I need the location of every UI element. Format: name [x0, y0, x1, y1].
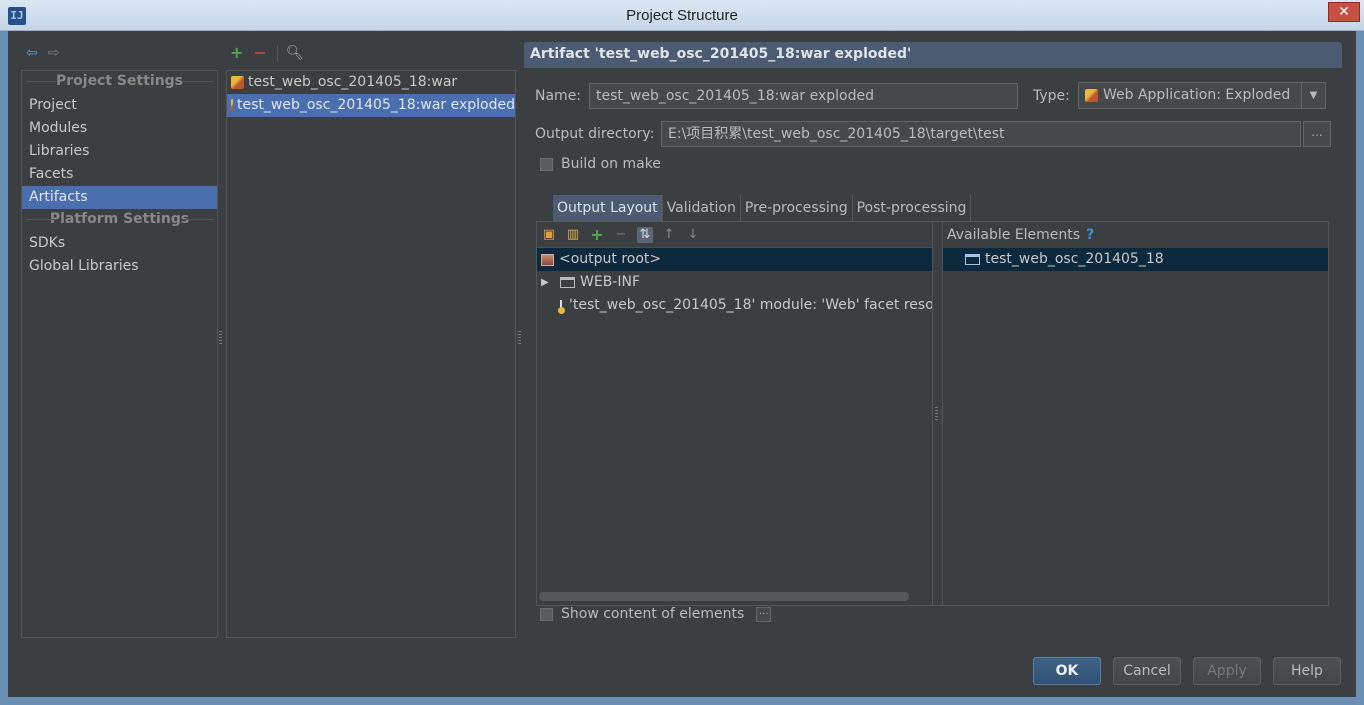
- artifact-detail-panel: Artifact 'test_web_osc_201405_18:war exp…: [524, 42, 1342, 638]
- navigation-arrows: ⇦ ⇨: [26, 45, 59, 61]
- available-item-label: test_web_osc_201405_18: [985, 251, 1164, 267]
- back-arrow-icon[interactable]: ⇦: [26, 45, 38, 61]
- forward-arrow-icon[interactable]: ⇨: [48, 45, 60, 61]
- output-layout-tree: ▣ ▥ + − ⇅ ↑ ↓ <output root> ▶ WEB-INF 't…: [537, 222, 933, 605]
- output-directory-row: Output directory: E:\项目积累\test_web_osc_2…: [535, 121, 1331, 147]
- layout-toolbar: ▣ ▥ + − ⇅ ↑ ↓: [537, 222, 932, 248]
- type-select-value: Web Application: Exploded: [1103, 87, 1291, 103]
- show-content-options-button[interactable]: ...: [756, 606, 772, 622]
- remove-element-icon[interactable]: −: [613, 227, 629, 243]
- name-input[interactable]: test_web_osc_201405_18:war exploded: [589, 82, 1018, 109]
- available-elements-title: Available Elements: [947, 227, 1081, 243]
- name-label: Name:: [535, 87, 582, 104]
- add-artifact-icon[interactable]: +: [230, 43, 243, 62]
- category-item-sdks[interactable]: SDKs: [22, 232, 217, 255]
- close-window-button[interactable]: ✕: [1328, 2, 1360, 22]
- artifact-item-label: test_web_osc_201405_18:war: [248, 74, 458, 90]
- build-on-make-label[interactable]: Build on make: [561, 156, 661, 172]
- category-item-project[interactable]: Project: [22, 94, 217, 117]
- artifact-item-war-exploded[interactable]: test_web_osc_201405_18:war exploded: [227, 94, 515, 117]
- category-item-facets[interactable]: Facets: [22, 163, 217, 186]
- move-down-icon[interactable]: ↓: [685, 227, 701, 243]
- expand-arrow-icon[interactable]: ▶: [541, 271, 555, 294]
- output-root-icon: [541, 253, 554, 266]
- build-on-make-row: Build on make: [540, 156, 661, 172]
- artifact-detail-header: Artifact 'test_web_osc_201405_18:war exp…: [524, 42, 1342, 68]
- horizontal-scrollbar[interactable]: [539, 592, 909, 601]
- output-directory-label: Output directory:: [535, 126, 655, 142]
- help-icon[interactable]: ?: [1086, 227, 1094, 243]
- project-structure-dialog: ⇦ ⇨ Project Settings Project Modules Lib…: [8, 31, 1356, 697]
- project-settings-header: Project Settings: [22, 71, 217, 94]
- tab-post-processing[interactable]: Post-processing: [852, 195, 972, 221]
- output-directory-input[interactable]: E:\项目积累\test_web_osc_201405_18\target\te…: [661, 121, 1301, 147]
- tree-item-output-root[interactable]: <output root>: [537, 248, 932, 271]
- cancel-button[interactable]: Cancel: [1113, 657, 1181, 685]
- tree-item-label: <output root>: [559, 251, 662, 267]
- remove-artifact-icon[interactable]: −: [253, 43, 266, 62]
- tree-item-web-inf[interactable]: ▶ WEB-INF: [537, 271, 932, 294]
- artifact-tabs: Output Layout Validation Pre-processing …: [553, 195, 972, 221]
- layout-splitter-handle[interactable]: [935, 407, 938, 421]
- build-on-make-checkbox[interactable]: [540, 157, 553, 171]
- artifact-list: test_web_osc_201405_18:war test_web_osc_…: [226, 70, 516, 638]
- output-layout-panel: ▣ ▥ + − ⇅ ↑ ↓ <output root> ▶ WEB-INF 't…: [536, 221, 1329, 606]
- tab-validation[interactable]: Validation: [662, 195, 741, 221]
- show-content-checkbox[interactable]: [540, 607, 553, 621]
- show-content-label[interactable]: Show content of elements: [561, 606, 744, 622]
- add-element-icon[interactable]: +: [589, 226, 605, 243]
- tree-item-module-resources[interactable]: 'test_web_osc_201405_18' module: 'Web' f…: [537, 294, 932, 317]
- available-item-module[interactable]: test_web_osc_201405_18: [943, 248, 1328, 271]
- title-bar: IJ Project Structure ✕: [0, 0, 1364, 31]
- category-panel: Project Settings Project Modules Librari…: [21, 70, 218, 638]
- war-exploded-artifact-icon: [231, 99, 234, 112]
- folder-icon: [560, 277, 575, 288]
- ok-button[interactable]: OK: [1033, 657, 1101, 685]
- module-resource-icon: [558, 299, 565, 314]
- middle-splitter-handle[interactable]: [518, 331, 521, 345]
- artifact-item-war[interactable]: test_web_osc_201405_18:war: [227, 71, 515, 94]
- module-folder-icon: [965, 254, 980, 265]
- search-icon[interactable]: 🔍︎: [276, 44, 304, 61]
- tab-output-layout[interactable]: Output Layout: [553, 195, 663, 221]
- chevron-down-icon[interactable]: ▼: [1301, 83, 1325, 108]
- category-item-artifacts[interactable]: Artifacts: [22, 186, 217, 209]
- artifact-item-label: test_web_osc_201405_18:war exploded: [237, 97, 515, 113]
- category-item-global-libraries[interactable]: Global Libraries: [22, 255, 217, 278]
- apply-button[interactable]: Apply: [1193, 657, 1261, 685]
- tab-pre-processing[interactable]: Pre-processing: [740, 195, 853, 221]
- tree-item-label: 'test_web_osc_201405_18' module: 'Web' f…: [569, 297, 932, 313]
- web-app-exploded-icon: [1085, 89, 1098, 102]
- help-button[interactable]: Help: [1273, 657, 1341, 685]
- move-up-icon[interactable]: ↑: [661, 227, 677, 243]
- war-artifact-icon: [231, 76, 244, 89]
- create-archive-icon[interactable]: ▥: [565, 227, 581, 243]
- create-directory-icon[interactable]: ▣: [541, 227, 557, 243]
- type-label: Type:: [1033, 87, 1070, 104]
- tree-item-label: WEB-INF: [580, 274, 640, 290]
- artifact-list-toolbar: + − 🔍︎: [230, 43, 304, 62]
- left-splitter-handle[interactable]: [219, 331, 222, 345]
- sort-elements-icon[interactable]: ⇅: [637, 226, 653, 243]
- browse-output-directory-button[interactable]: ...: [1303, 121, 1331, 147]
- window-title: Project Structure: [626, 7, 738, 24]
- type-select[interactable]: Web Application: Exploded ▼: [1078, 82, 1326, 109]
- category-item-modules[interactable]: Modules: [22, 117, 217, 140]
- show-content-row: Show content of elements ...: [540, 606, 772, 622]
- available-elements-header: Available Elements?: [943, 222, 1328, 248]
- platform-settings-header: Platform Settings: [22, 209, 217, 232]
- available-elements-panel: Available Elements? test_web_osc_201405_…: [942, 222, 1328, 605]
- category-item-libraries[interactable]: Libraries: [22, 140, 217, 163]
- name-row: Name: test_web_osc_201405_18:war explode…: [535, 82, 1326, 109]
